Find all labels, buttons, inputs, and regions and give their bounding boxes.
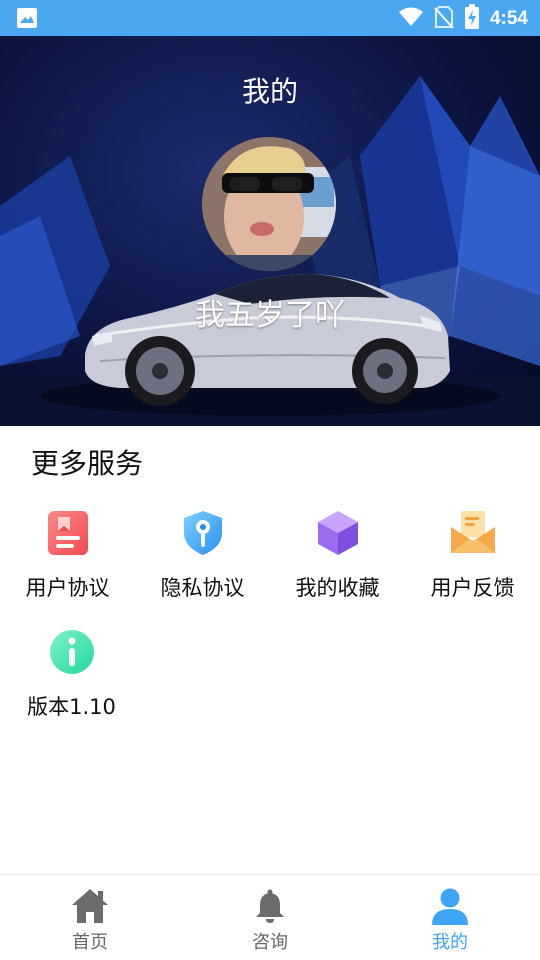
bell-icon bbox=[251, 887, 289, 925]
cube-icon bbox=[314, 509, 362, 557]
tab-home[interactable]: 首页 bbox=[0, 875, 180, 960]
wifi-icon bbox=[398, 6, 424, 32]
tab-consult[interactable]: 咨询 bbox=[180, 875, 360, 960]
user-agreement-item[interactable]: 用户协议 bbox=[0, 509, 135, 619]
user-agreement-label: 用户协议 bbox=[25, 576, 110, 600]
services-section-title: 更多服务 bbox=[31, 447, 144, 480]
privacy-agreement-item[interactable]: 隐私协议 bbox=[135, 509, 270, 619]
my-favorites-item[interactable]: 我的收藏 bbox=[270, 509, 405, 619]
avatar[interactable] bbox=[202, 137, 336, 271]
tab-mine-label: 我的 bbox=[432, 932, 468, 953]
my-favorites-label: 我的收藏 bbox=[295, 576, 380, 600]
battery-charging-icon bbox=[464, 4, 480, 34]
privacy-agreement-label: 隐私协议 bbox=[160, 576, 245, 600]
tab-consult-label: 咨询 bbox=[252, 932, 288, 953]
user-feedback-item[interactable]: 用户反馈 bbox=[405, 509, 540, 619]
person-icon bbox=[431, 887, 469, 925]
bottom-tab-bar: 首页 咨询 我的 bbox=[0, 874, 540, 960]
avatar-photo bbox=[202, 137, 336, 271]
home-icon bbox=[71, 887, 109, 925]
no-sim-icon bbox=[434, 5, 454, 33]
tab-mine[interactable]: 我的 bbox=[360, 875, 540, 960]
shield-key-icon bbox=[179, 509, 227, 557]
profile-header: 我的 我五岁了吖 bbox=[0, 36, 540, 426]
gallery-notification-icon bbox=[16, 7, 38, 33]
clock: 4:54 bbox=[489, 8, 528, 29]
page-title: 我的 bbox=[241, 75, 298, 108]
user-nickname: 我五岁了吖 bbox=[195, 298, 345, 333]
document-icon bbox=[44, 509, 92, 557]
envelope-icon bbox=[449, 509, 497, 557]
info-icon bbox=[48, 628, 96, 676]
tab-home-label: 首页 bbox=[72, 932, 108, 953]
version-item[interactable]: 版本1.10 bbox=[4, 628, 139, 738]
user-feedback-label: 用户反馈 bbox=[430, 576, 515, 600]
version-label: 版本1.10 bbox=[27, 695, 116, 719]
status-bar: 4:54 bbox=[0, 0, 540, 36]
